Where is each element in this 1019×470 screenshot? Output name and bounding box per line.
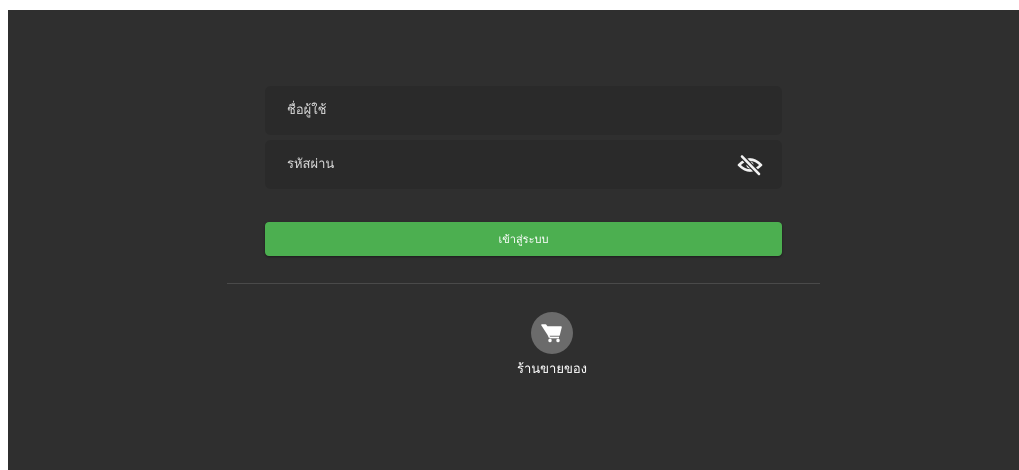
login-form [265,86,782,194]
username-field-container [265,86,782,135]
divider [227,283,820,284]
username-input[interactable] [265,86,707,135]
shop-label[interactable]: ร้านขายของ [517,358,587,379]
login-screen: เข้าสู่ระบบ ร้านขายของ [8,10,1019,470]
login-button[interactable]: เข้าสู่ระบบ [265,222,782,256]
password-input[interactable] [265,140,707,189]
shopping-cart-icon[interactable] [531,312,573,354]
eye-slash-icon[interactable] [736,154,764,176]
shop-link[interactable]: ร้านขายของ [482,312,622,379]
password-field-container [265,140,782,189]
